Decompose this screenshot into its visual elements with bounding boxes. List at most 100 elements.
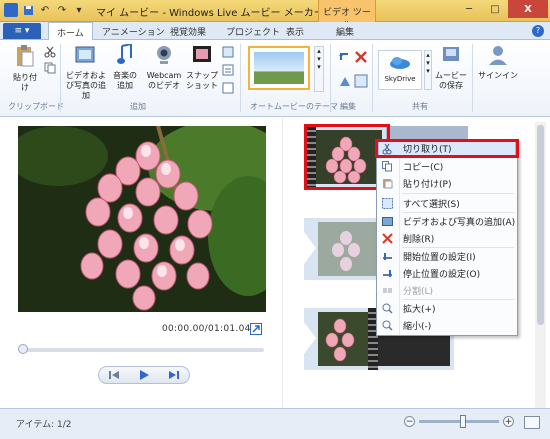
tab-visual-effects[interactable]: 視覚効果 <box>170 25 206 38</box>
select-all-icon[interactable] <box>354 74 368 91</box>
rotate-left-icon[interactable] <box>338 50 352 67</box>
add-media-icon <box>380 215 394 229</box>
previous-frame-icon[interactable] <box>106 369 122 381</box>
save-icon[interactable] <box>21 3 35 17</box>
webcam-icon <box>143 44 185 69</box>
automovie-group-label: オートムービーのテーマ <box>250 102 338 111</box>
quick-access-toolbar: ↶ ↷ ▾ <box>4 3 86 17</box>
ribbon-tabs: ≡ ▾ ホーム アニメーション 視覚効果 プロジェクト 表示 編集 ? <box>0 22 550 41</box>
theme-gallery-scroll[interactable]: ▴ ▾ ▾ <box>314 46 324 92</box>
paste-icon <box>380 177 394 191</box>
tab-project[interactable]: プロジェクト <box>226 25 280 38</box>
menu-item-copy[interactable]: コピー(C) <box>377 158 517 175</box>
clip-thumbnail <box>318 312 368 366</box>
sign-in-button[interactable]: サインイン <box>476 44 520 81</box>
snapshot-button[interactable]: スナップショット <box>186 44 218 91</box>
menu-item-split: 分割(L) <box>377 282 517 299</box>
fullscreen-icon[interactable] <box>250 323 262 335</box>
tab-animation[interactable]: アニメーション <box>102 25 165 38</box>
tab-home[interactable]: ホーム <box>48 22 93 41</box>
scrollbar-thumb[interactable] <box>537 125 544 325</box>
menu-item-set-start[interactable]: 開始位置の設定(I) <box>377 248 517 265</box>
small-text-icon[interactable] <box>222 64 234 79</box>
separator <box>60 44 61 112</box>
small-credits-icon[interactable] <box>222 82 234 97</box>
qat-menu-icon[interactable]: ▾ <box>72 3 86 17</box>
copy-icon <box>380 160 394 174</box>
set-end-icon <box>380 267 394 281</box>
add-video-photos-button[interactable]: ビデオおよび写真の追加 <box>64 44 108 101</box>
window-title: マイ ムービー - Windows Live ムービー メーカー <box>96 8 324 19</box>
title-bar: ↶ ↷ ▾ マイ ムービー - Windows Live ムービー メーカー ビ… <box>0 0 550 31</box>
window-controls: ─ □ X <box>456 0 548 18</box>
video-tools-header: ビデオ ツール <box>318 0 376 31</box>
maximize-button[interactable]: □ <box>482 0 508 18</box>
set-start-icon <box>380 250 394 264</box>
preview-panel: 00:00.00/01:01.04 <box>6 118 276 408</box>
transition-marker <box>304 322 316 354</box>
zoom-control: − + <box>404 415 514 428</box>
small-photo-icon[interactable] <box>222 46 234 61</box>
pane-divider[interactable] <box>282 118 283 408</box>
split-icon <box>380 284 394 298</box>
app-icon[interactable] <box>4 3 18 17</box>
playback-controls <box>98 366 190 384</box>
separator <box>330 44 331 112</box>
menu-item-add-media[interactable]: ビデオおよび写真の追加(A) <box>377 213 517 230</box>
menu-item-paste[interactable]: 貼り付け(P) <box>377 175 517 192</box>
close-button[interactable]: X <box>508 0 548 18</box>
next-frame-icon[interactable] <box>166 369 182 381</box>
add-media-icon <box>64 44 108 69</box>
share-gallery-scroll[interactable]: ▴ ▾ ▾ <box>424 50 432 90</box>
seek-thumb[interactable] <box>18 344 28 354</box>
theme-thumbnail <box>254 52 304 84</box>
separator <box>240 44 241 112</box>
transition-marker <box>304 232 316 264</box>
playback-time: 00:00.00/01:01.04 <box>162 324 251 334</box>
zoom-slider[interactable] <box>419 415 499 428</box>
share-group-label: 共有 <box>412 102 428 111</box>
copy-icon[interactable] <box>44 62 56 77</box>
menu-separator <box>402 193 514 194</box>
menu-item-highlight-box <box>375 139 519 158</box>
tab-edit[interactable]: 編集 <box>336 25 354 38</box>
select-all-icon <box>380 197 394 211</box>
file-menu-button[interactable]: ≡ ▾ <box>3 23 41 39</box>
play-icon[interactable] <box>136 369 152 381</box>
delete-icon <box>380 232 394 246</box>
menu-item-delete[interactable]: 削除(R) <box>377 230 517 247</box>
save-movie-icon <box>434 44 468 69</box>
video-preview-image[interactable] <box>18 126 266 312</box>
snapshot-icon <box>186 44 218 69</box>
music-note-icon <box>110 42 140 69</box>
cut-icon[interactable] <box>44 46 56 61</box>
zoom-in-button[interactable]: + <box>503 416 514 427</box>
tab-view[interactable]: 表示 <box>286 25 304 38</box>
undo-icon[interactable]: ↶ <box>38 3 52 17</box>
help-icon[interactable]: ? <box>532 25 544 37</box>
automovie-theme-item[interactable] <box>248 46 310 90</box>
minimize-button[interactable]: ─ <box>456 0 482 18</box>
zoom-out-button[interactable]: − <box>404 416 415 427</box>
add-group-label: 追加 <box>130 102 146 111</box>
edit-group-label: 編集 <box>340 102 356 111</box>
add-music-button[interactable]: 音楽の追加 <box>110 42 140 91</box>
menu-item-set-end[interactable]: 停止位置の設定(O) <box>377 265 517 282</box>
webcam-video-button[interactable]: Webcam のビデオ <box>143 44 185 91</box>
zoom-thumb[interactable] <box>459 415 466 428</box>
zoom-fit-icon[interactable] <box>524 416 540 429</box>
seek-bar[interactable] <box>18 348 264 352</box>
zoom-out-icon <box>380 319 394 333</box>
remove-icon[interactable] <box>354 50 368 67</box>
separator <box>372 44 373 112</box>
rotate-right-icon[interactable] <box>338 74 352 91</box>
menu-item-zoom-out[interactable]: 縮小(-) <box>377 317 517 334</box>
menu-item-select-all[interactable]: すべて選択(S) <box>377 195 517 212</box>
skydrive-button[interactable]: SkyDrive <box>378 50 422 90</box>
item-count: アイテム: 1/2 <box>16 420 72 430</box>
paste-button[interactable]: 貼り付け <box>10 44 40 93</box>
zoom-in-icon <box>380 302 394 316</box>
save-movie-button[interactable]: ムービーの保存 <box>434 44 468 91</box>
redo-icon[interactable]: ↷ <box>55 3 69 17</box>
menu-item-zoom-in[interactable]: 拡大(+) <box>377 300 517 317</box>
